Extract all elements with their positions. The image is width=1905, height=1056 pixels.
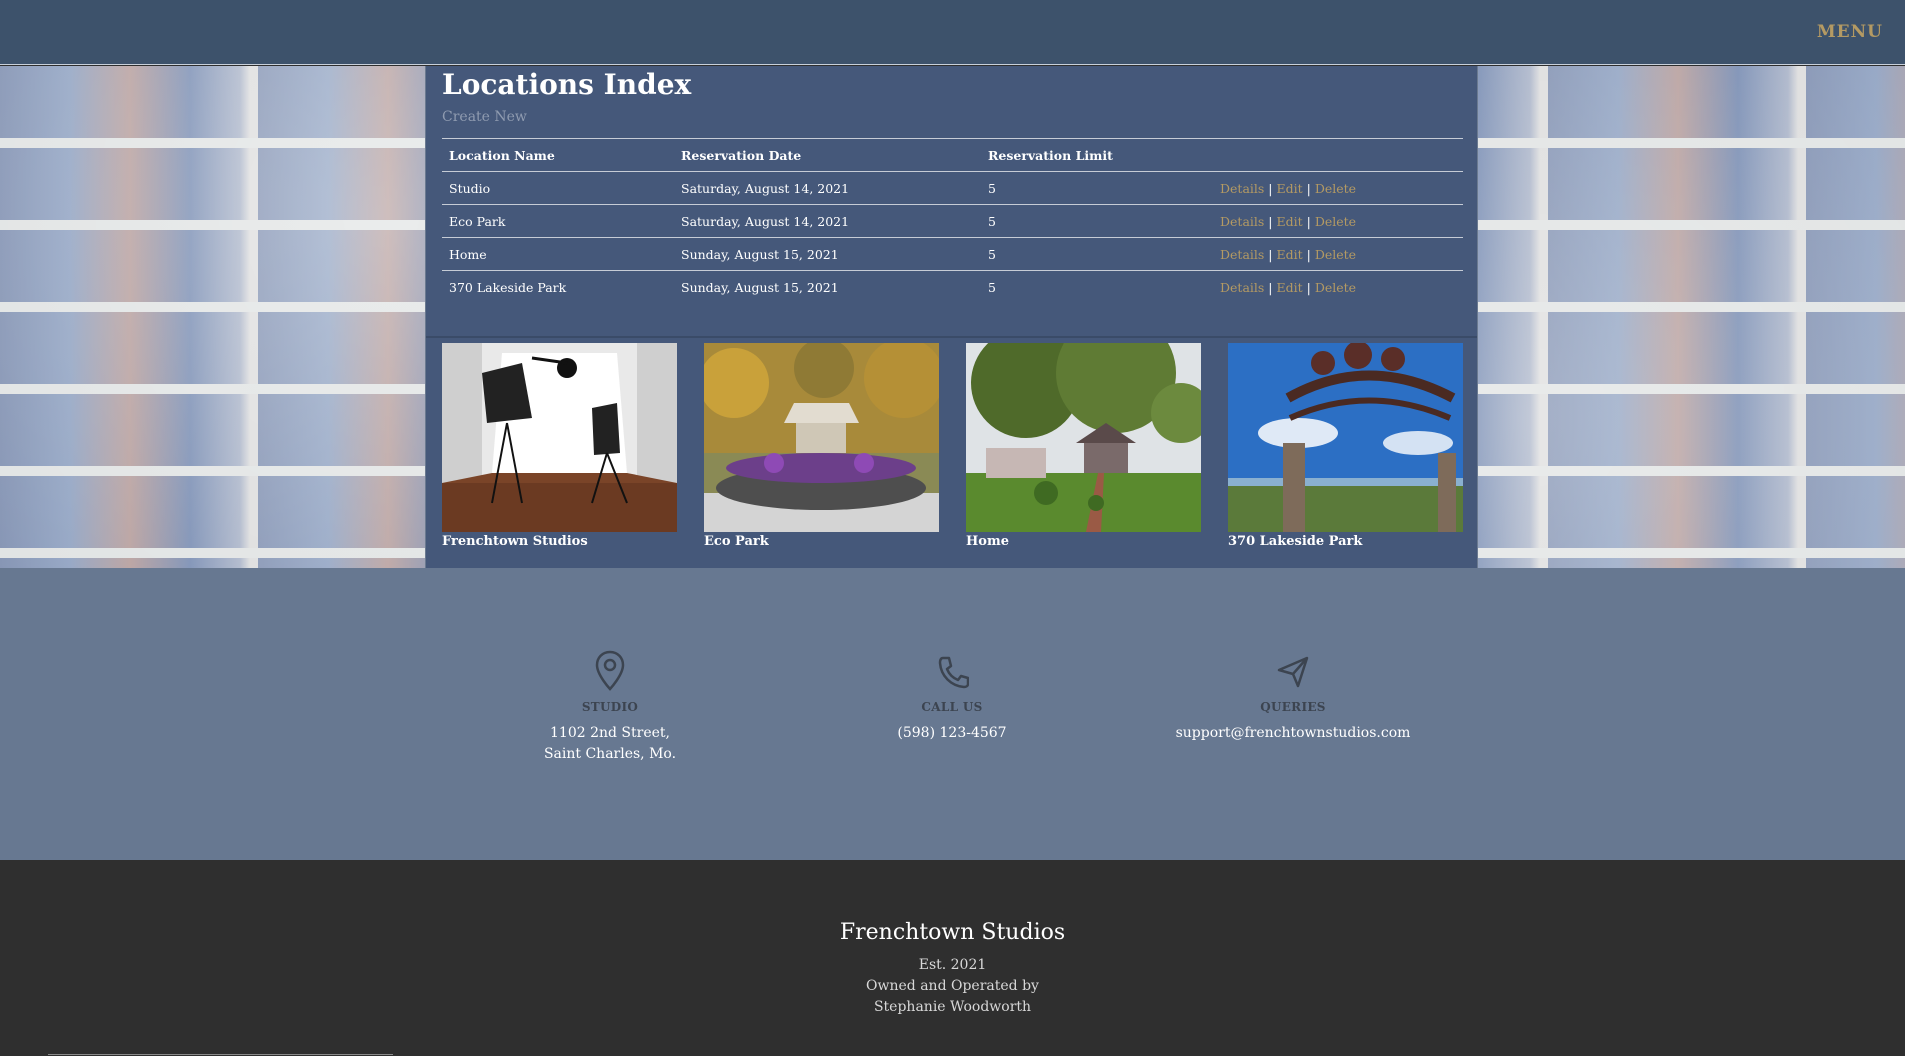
top-navbar: MENU	[0, 0, 1905, 65]
delete-link[interactable]: Delete	[1315, 181, 1356, 196]
footer-est: Est. 2021	[918, 957, 987, 973]
gallery-item[interactable]: Eco Park	[704, 343, 939, 549]
create-new-link[interactable]: Create New	[442, 109, 527, 125]
gallery-caption: Home	[966, 534, 1009, 549]
lakeside-park-sign-image[interactable]	[1228, 343, 1463, 532]
contact-section: STUDIO 1102 2nd Street, Saint Charles, M…	[0, 568, 1905, 860]
table-row: Eco Park Saturday, August 14, 2021 5 Det…	[442, 204, 1463, 238]
contact-heading: STUDIO	[581, 700, 639, 714]
menu-button[interactable]: MENU	[1817, 22, 1883, 42]
locations-table: Location Name Reservation Date Reservati…	[442, 138, 1463, 303]
header-reservation-limit: Reservation Limit	[981, 138, 1213, 172]
action-separator: |	[1268, 246, 1273, 262]
gallery-item[interactable]: Frenchtown Studios	[442, 343, 677, 549]
delete-link[interactable]: Delete	[1315, 280, 1356, 295]
action-separator: |	[1306, 246, 1311, 262]
cell-reservation-limit: 5	[981, 270, 1213, 303]
cell-location-name: Eco Park	[442, 204, 674, 238]
contact-studio: STUDIO 1102 2nd Street, Saint Charles, M…	[480, 650, 740, 765]
footer-brand-name: Frenchtown Studios	[839, 920, 1066, 945]
delete-link[interactable]: Delete	[1315, 247, 1356, 262]
cell-location-name: 370 Lakeside Park	[442, 270, 674, 303]
footer-owned-line1: Owned and Operated by	[866, 978, 1039, 994]
location-gallery: Frenchtown Studios Eco Park Home 370 Lak…	[442, 343, 1463, 549]
gallery-item[interactable]: Home	[966, 343, 1201, 549]
contact-queries: QUERIES support@frenchtownstudios.com	[1163, 650, 1423, 744]
header-reservation-date: Reservation Date	[674, 138, 981, 172]
contact-heading: CALL US	[921, 700, 983, 714]
table-row: Studio Saturday, August 14, 2021 5 Detai…	[442, 171, 1463, 205]
studio-address: 1102 2nd Street, Saint Charles, Mo.	[543, 725, 677, 762]
page-title: Locations Index	[442, 68, 692, 101]
cell-reservation-limit: 5	[981, 171, 1213, 205]
phone-number: (598) 123-4567	[897, 725, 1007, 741]
cell-actions: Details | Edit | Delete	[1213, 237, 1463, 271]
details-link[interactable]: Details	[1220, 181, 1264, 196]
table-row: Home Sunday, August 15, 2021 5 Details |…	[442, 237, 1463, 271]
phone-icon	[938, 656, 969, 689]
paper-plane-icon	[1277, 656, 1309, 688]
action-separator: |	[1306, 213, 1311, 229]
action-separator: |	[1306, 279, 1311, 295]
footer-owned-line2: Stephanie Woodworth	[873, 999, 1032, 1015]
header-actions	[1213, 138, 1463, 172]
gallery-caption: 370 Lakeside Park	[1228, 534, 1363, 549]
support-email[interactable]: support@frenchtownstudios.com	[1163, 723, 1423, 744]
cell-reservation-date: Saturday, August 14, 2021	[674, 171, 981, 205]
edit-link[interactable]: Edit	[1277, 214, 1303, 229]
cell-reservation-date: Saturday, August 14, 2021	[674, 204, 981, 238]
details-link[interactable]: Details	[1220, 247, 1264, 262]
header-location-name: Location Name	[442, 138, 674, 172]
edit-link[interactable]: Edit	[1277, 280, 1303, 295]
cell-actions: Details | Edit | Delete	[1213, 171, 1463, 205]
cell-reservation-date: Sunday, August 15, 2021	[674, 270, 981, 303]
footer-divider	[48, 1054, 393, 1055]
main-content-panel: Locations Index Create New Location Name…	[425, 66, 1478, 568]
table-header-row: Location Name Reservation Date Reservati…	[442, 138, 1463, 172]
cell-actions: Details | Edit | Delete	[1213, 270, 1463, 303]
cell-reservation-limit: 5	[981, 237, 1213, 271]
cell-location-name: Studio	[442, 171, 674, 205]
gallery-divider	[426, 336, 1477, 338]
footer: Frenchtown Studios Est. 2021 Owned and O…	[0, 860, 1905, 1056]
cell-actions: Details | Edit | Delete	[1213, 204, 1463, 238]
cell-reservation-date: Sunday, August 15, 2021	[674, 237, 981, 271]
action-separator: |	[1306, 180, 1311, 196]
photo-studio-image[interactable]	[442, 343, 677, 532]
home-gazebo-image[interactable]	[966, 343, 1201, 532]
gallery-caption: Eco Park	[704, 534, 769, 549]
edit-link[interactable]: Edit	[1277, 247, 1303, 262]
gallery-item[interactable]: 370 Lakeside Park	[1228, 343, 1463, 549]
action-separator: |	[1268, 213, 1273, 229]
gallery-caption: Frenchtown Studios	[442, 534, 588, 549]
contact-heading: QUERIES	[1260, 700, 1326, 714]
delete-link[interactable]: Delete	[1315, 214, 1356, 229]
edit-link[interactable]: Edit	[1277, 181, 1303, 196]
details-link[interactable]: Details	[1220, 280, 1264, 295]
action-separator: |	[1268, 279, 1273, 295]
action-separator: |	[1268, 180, 1273, 196]
details-link[interactable]: Details	[1220, 214, 1264, 229]
cell-location-name: Home	[442, 237, 674, 271]
eco-park-image[interactable]	[704, 343, 939, 532]
table-row: 370 Lakeside Park Sunday, August 15, 202…	[442, 270, 1463, 303]
contact-call: CALL US (598) 123-4567	[822, 650, 1082, 744]
cell-reservation-limit: 5	[981, 204, 1213, 238]
map-pin-icon	[595, 650, 625, 691]
